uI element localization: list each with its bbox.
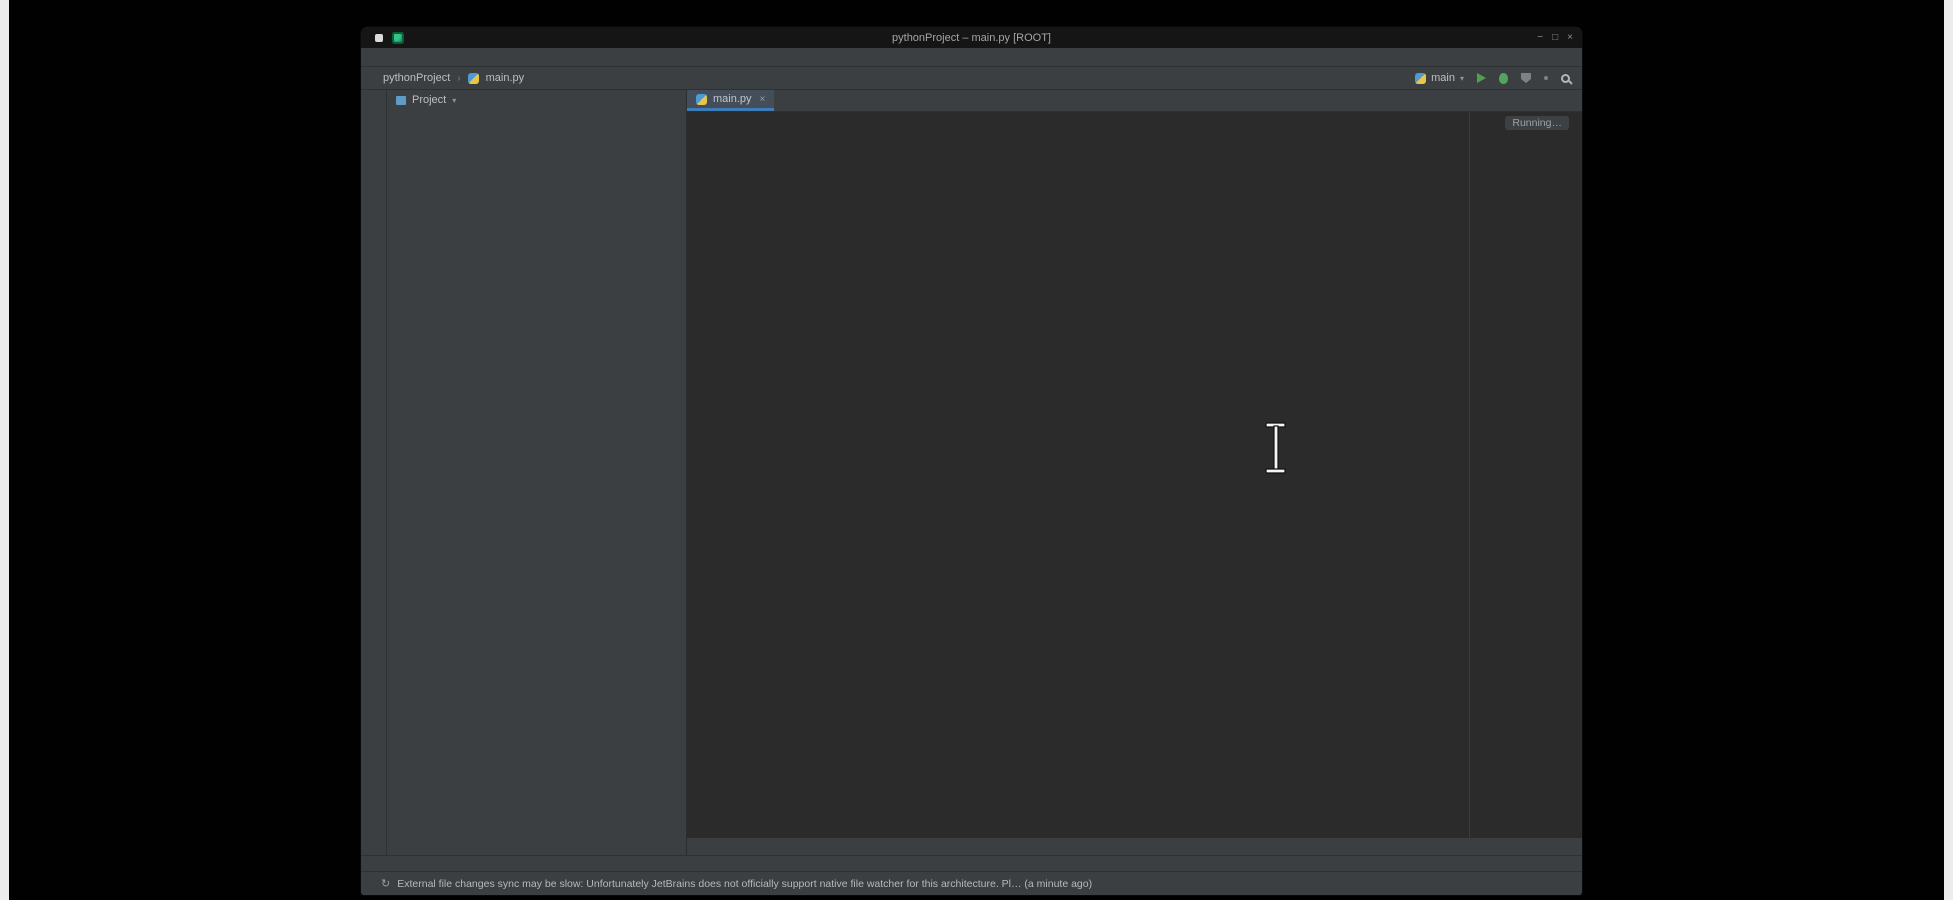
sync-icon: ↻	[381, 877, 390, 890]
breadcrumb-separator-icon: ›	[457, 73, 460, 84]
status-message[interactable]: External file changes sync may be slow: …	[397, 878, 1092, 890]
analysis-status-widget: Running…	[1505, 116, 1569, 130]
close-button[interactable]: ×	[1567, 32, 1573, 43]
minimize-button[interactable]: −	[1537, 32, 1543, 43]
run-toolbar: main ▾	[1415, 72, 1570, 84]
chevron-down-icon: ▾	[1460, 74, 1464, 83]
editor-tab-main-py[interactable]: main.py ×	[687, 90, 774, 111]
breadcrumb-project[interactable]: pythonProject	[383, 72, 450, 84]
breadcrumb-file[interactable]: main.py	[486, 72, 525, 84]
screen-edge-left	[0, 0, 9, 900]
status-bar: ↻ External file changes sync may be slow…	[361, 871, 1582, 895]
maximize-button[interactable]: □	[1552, 32, 1558, 43]
right-margin-guide	[1469, 112, 1470, 838]
main-content: Project ▾ main.py × Running…	[361, 90, 1582, 855]
debug-button[interactable]	[1499, 73, 1508, 84]
navigation-bar: pythonProject › main.py main ▾	[361, 67, 1582, 90]
chevron-down-icon[interactable]: ▾	[452, 96, 456, 105]
project-view-icon	[396, 96, 406, 105]
profiler-button[interactable]	[1544, 76, 1548, 80]
run-button[interactable]	[1477, 73, 1486, 83]
python-file-icon	[468, 73, 479, 84]
text-cursor-pointer	[1262, 422, 1290, 474]
title-bar: pythonProject – main.py [ROOT] −□ ×	[361, 27, 1582, 48]
breadcrumb: pythonProject › main.py	[383, 72, 524, 84]
editor-bottom-strip	[687, 838, 1582, 855]
coverage-button[interactable]	[1521, 73, 1531, 83]
python-logo-icon	[1415, 73, 1426, 84]
search-everywhere-button[interactable]	[1561, 74, 1570, 83]
code-editor[interactable]: Running…	[687, 112, 1582, 838]
screen-edge-right	[1944, 0, 1953, 900]
run-configuration-name: main	[1431, 72, 1455, 84]
python-file-icon	[696, 94, 707, 105]
project-panel-title[interactable]: Project	[412, 94, 446, 106]
editor-tab-label: main.py	[713, 93, 752, 105]
close-tab-icon[interactable]: ×	[760, 94, 766, 105]
menu-bar	[361, 48, 1582, 67]
window-title: pythonProject – main.py [ROOT]	[361, 32, 1582, 44]
tool-window-bar	[361, 855, 1582, 871]
pycharm-window: pythonProject – main.py [ROOT] −□ × pytho…	[361, 27, 1582, 895]
project-panel-header: Project ▾	[387, 90, 686, 110]
editor-area: main.py × Running…	[687, 90, 1582, 855]
project-panel: Project ▾	[387, 90, 687, 855]
run-configuration-select[interactable]: main ▾	[1415, 72, 1464, 84]
left-tool-stripe	[361, 90, 387, 855]
window-controls: −□ ×	[1537, 32, 1573, 43]
editor-tab-bar: main.py ×	[687, 90, 1582, 112]
